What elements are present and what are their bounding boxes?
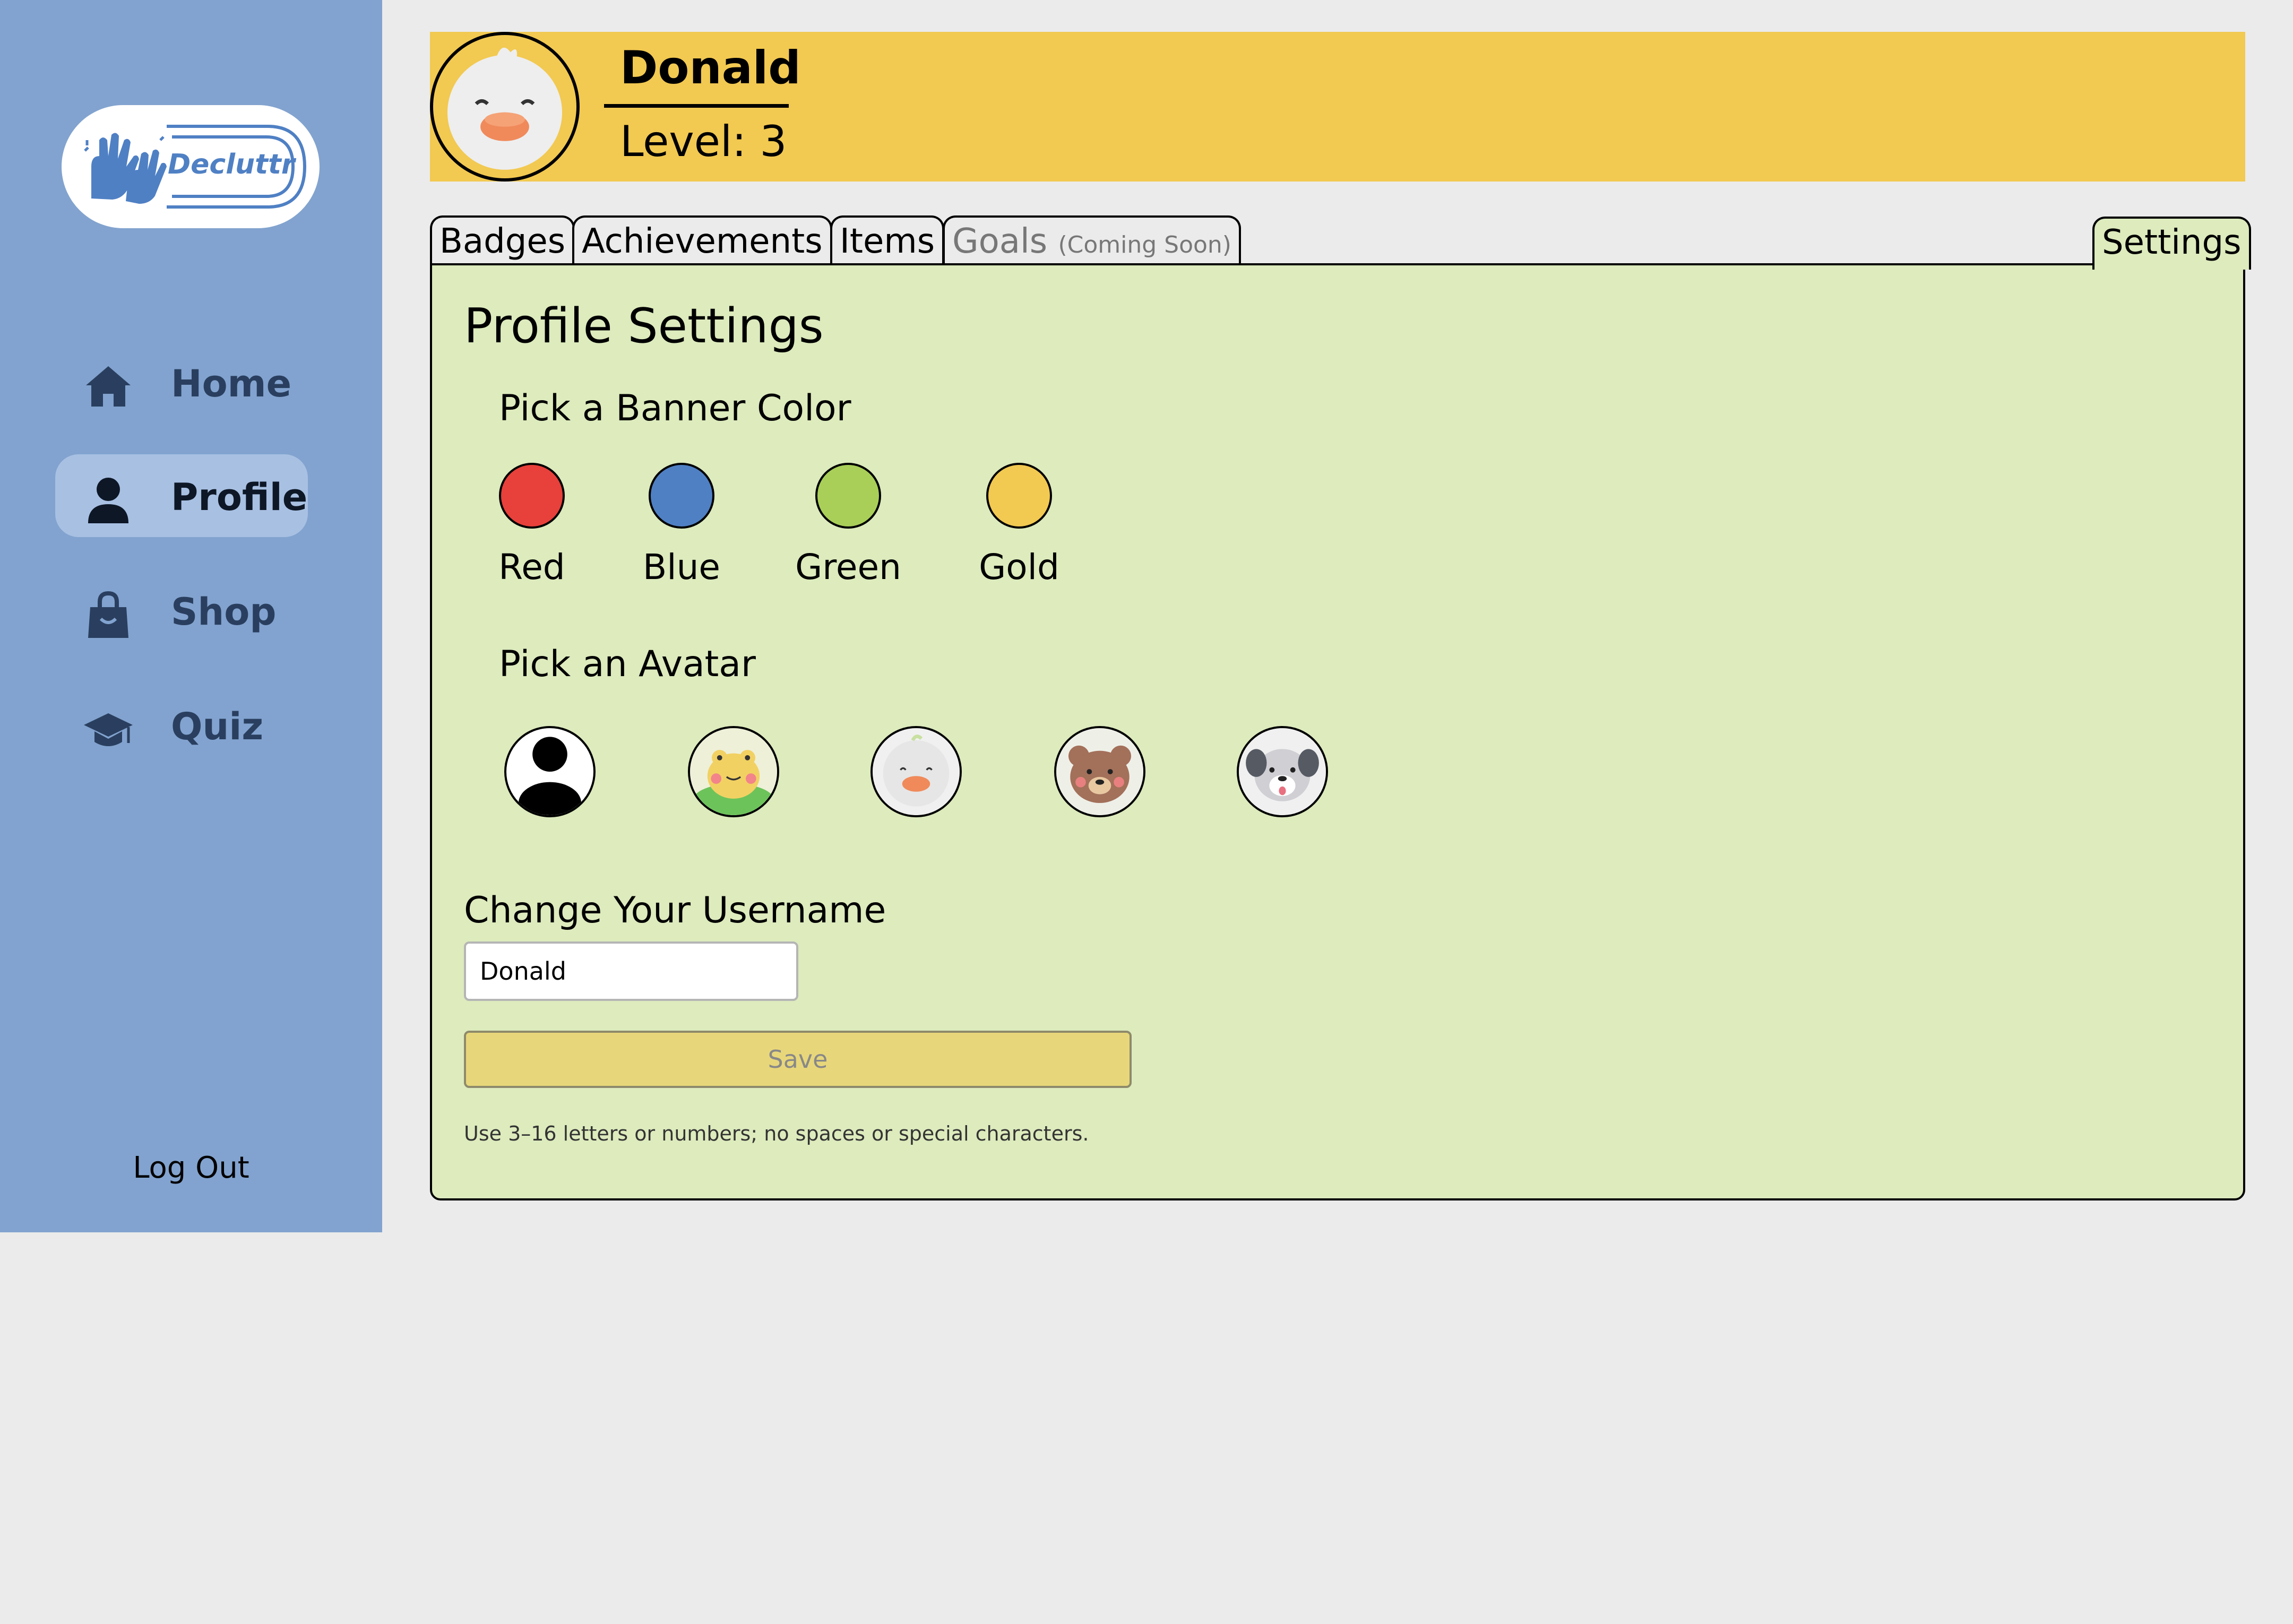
tab-items[interactable]: Items — [830, 215, 945, 265]
logout-link[interactable]: Log Out — [0, 1151, 382, 1185]
frog-avatar-icon — [690, 728, 777, 815]
color-swatch-blue[interactable] — [649, 463, 714, 529]
color-label-red: Red — [498, 547, 565, 588]
color-swatch-red[interactable] — [499, 463, 565, 529]
tab-badges-label: Badges — [439, 222, 566, 261]
profile-avatar — [430, 32, 580, 182]
banner-color-heading: Pick a Banner Color — [499, 387, 851, 429]
tab-achievements[interactable]: Achievements — [572, 215, 832, 265]
tab-settings[interactable]: Settings — [2092, 217, 2251, 270]
color-label-green: Green — [795, 547, 901, 588]
duck-avatar-icon — [873, 728, 960, 815]
color-label-gold: Gold — [979, 547, 1059, 588]
nav-shop-label: Shop — [171, 590, 277, 634]
username-hint: Use 3–16 letters or numbers; no spaces o… — [464, 1122, 1089, 1145]
tab-settings-label: Settings — [2102, 223, 2242, 262]
name-underline — [604, 104, 789, 108]
avatar-option-dog[interactable] — [1237, 726, 1328, 817]
tab-achievements-label: Achievements — [582, 222, 823, 261]
tab-items-label: Items — [840, 222, 935, 261]
sidebar: Decluttr Home Profile Shop Quiz Log Out — [0, 0, 382, 1232]
nav-quiz[interactable]: Quiz — [55, 684, 308, 766]
username-heading: Change Your Username — [464, 889, 886, 931]
bear-avatar-icon — [1056, 728, 1143, 815]
user-icon — [88, 478, 128, 523]
tab-badges[interactable]: Badges — [430, 215, 575, 265]
profile-level: Level: 3 — [620, 117, 787, 166]
shopping-bag-icon — [88, 591, 128, 638]
nav-home-label: Home — [171, 362, 292, 405]
home-icon — [86, 366, 131, 407]
save-button[interactable]: Save — [464, 1031, 1132, 1088]
avatar-option-person[interactable] — [504, 726, 596, 817]
nav-profile-label: Profile — [171, 476, 308, 519]
tab-goals: Goals (Coming Soon) — [943, 215, 1241, 265]
dog-avatar-icon — [1239, 728, 1326, 815]
color-swatch-gold[interactable] — [986, 463, 1052, 529]
duck-avatar-icon — [447, 47, 562, 170]
decluttr-logo[interactable]: Decluttr — [62, 105, 320, 228]
avatar-option-frog[interactable] — [688, 726, 779, 817]
page-title: Profile Settings — [464, 298, 824, 354]
username-input[interactable] — [464, 941, 798, 1001]
tab-goals-note: (Coming Soon) — [1058, 231, 1231, 258]
nav-profile[interactable]: Profile — [55, 454, 308, 537]
tab-goals-label: Goals — [952, 222, 1048, 261]
avatar-option-bear[interactable] — [1054, 726, 1145, 817]
person-avatar-icon — [518, 737, 582, 815]
graduation-cap-icon — [84, 713, 133, 746]
color-label-blue: Blue — [642, 547, 721, 588]
avatar-heading: Pick an Avatar — [499, 643, 756, 685]
color-swatch-green[interactable] — [815, 463, 881, 529]
logo-track-lines — [167, 125, 307, 209]
avatar-option-duck[interactable] — [870, 726, 962, 817]
nav-home[interactable]: Home — [55, 341, 308, 424]
nav-shop[interactable]: Shop — [55, 569, 308, 652]
profile-name: Donald — [620, 41, 801, 94]
nav-quiz-label: Quiz — [171, 705, 264, 748]
